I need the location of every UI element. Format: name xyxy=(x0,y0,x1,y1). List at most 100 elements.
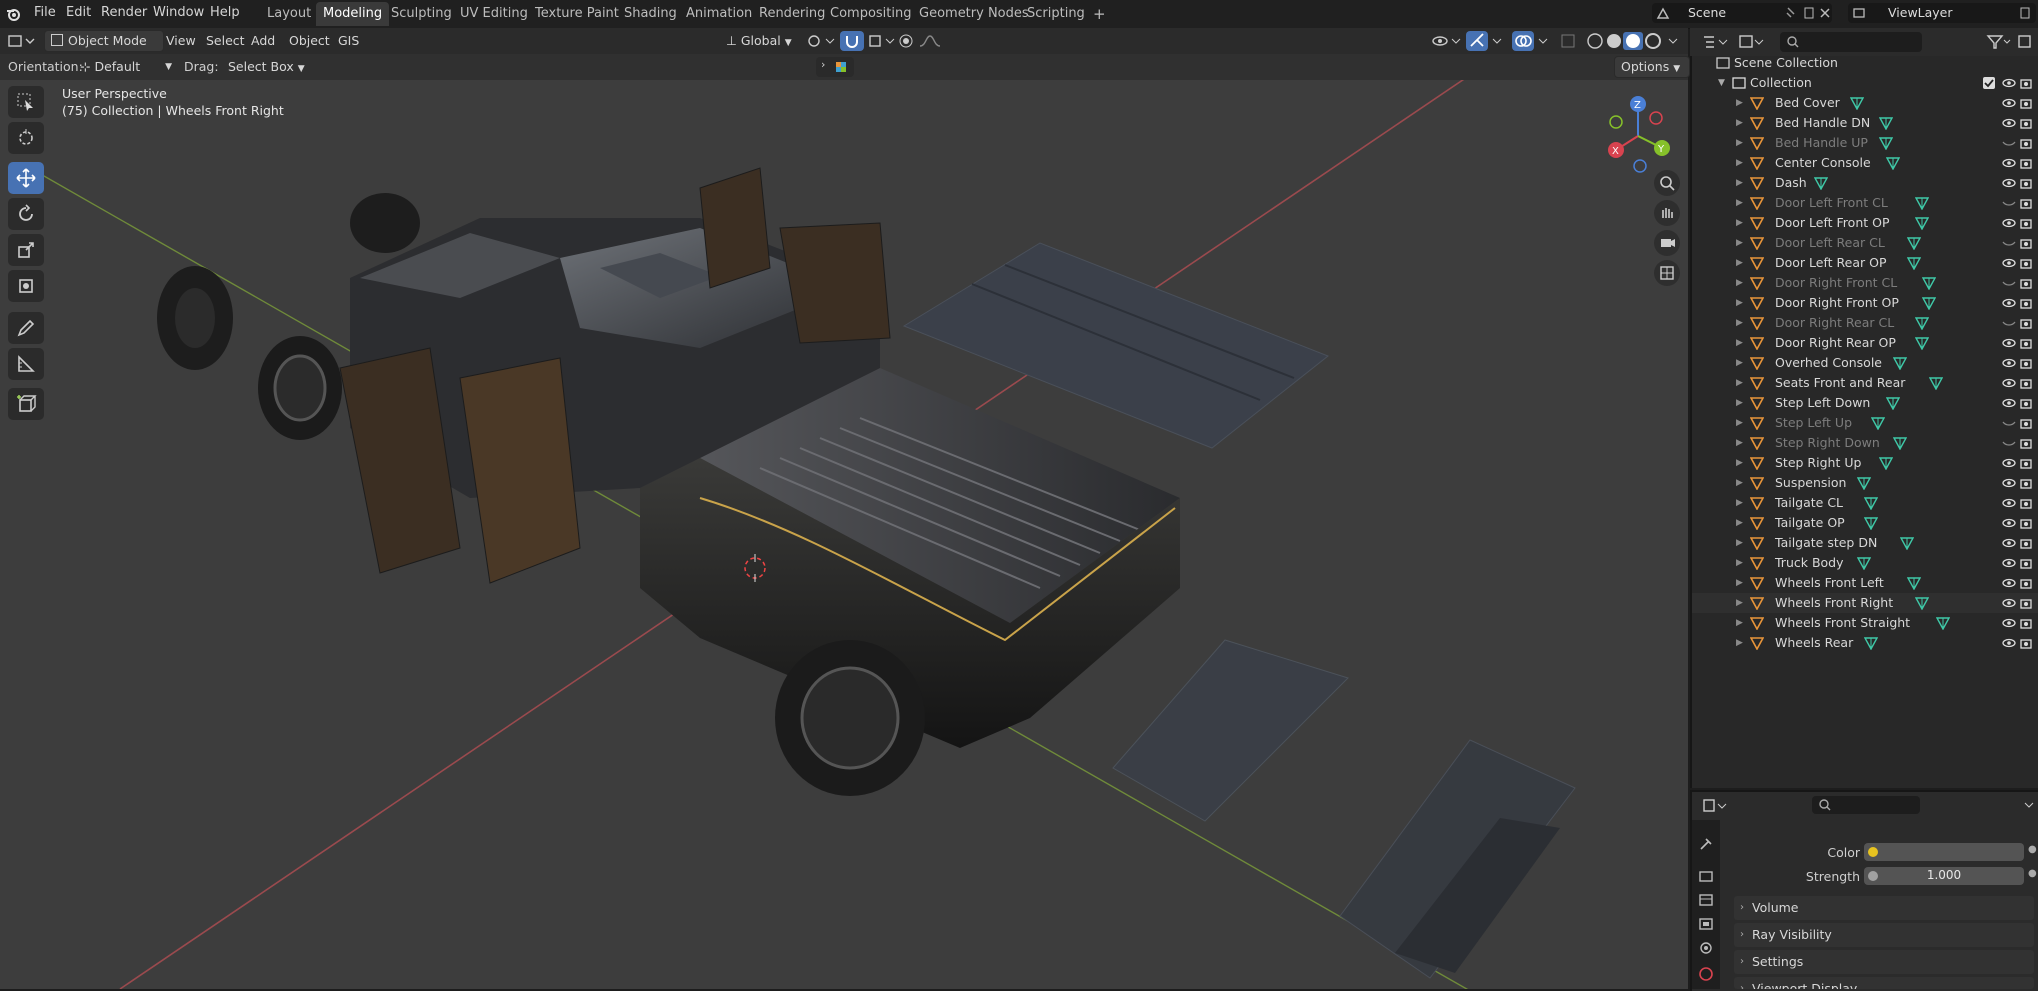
mesh-data-icon[interactable] xyxy=(1871,416,1885,430)
snap-target-icon[interactable] xyxy=(868,33,896,49)
tab-texture-paint[interactable]: Texture Paint xyxy=(528,2,626,26)
filter-icon[interactable] xyxy=(1986,33,2012,51)
color-field[interactable] xyxy=(1864,843,2024,861)
camera-icon[interactable] xyxy=(2020,316,2034,330)
chevron-down-icon[interactable] xyxy=(1536,33,1550,49)
editor-type-icon[interactable] xyxy=(8,33,36,49)
menu-object[interactable]: Object xyxy=(283,31,336,51)
outliner-row[interactable]: ▶ Door Right Front OP xyxy=(1692,293,2038,313)
viewport-display-panel-header[interactable]: › Viewport Display xyxy=(1734,977,2034,989)
scale-tool[interactable] xyxy=(8,234,44,266)
camera-icon[interactable] xyxy=(2020,636,2034,650)
camera-icon[interactable] xyxy=(2020,436,2034,450)
camera-icon[interactable] xyxy=(2020,496,2034,510)
tab-geometry-nodes[interactable]: Geometry Nodes xyxy=(912,2,1036,26)
eye-closed-icon[interactable] xyxy=(2002,316,2016,330)
eye-icon[interactable] xyxy=(2002,356,2016,370)
tab-sculpting[interactable]: Sculpting xyxy=(384,2,459,26)
outliner-row[interactable]: ▶ Door Left Rear CL xyxy=(1692,233,2038,253)
eye-icon[interactable] xyxy=(2002,396,2016,410)
snap-toggle[interactable] xyxy=(840,31,864,51)
outliner-row[interactable]: ▶ Wheels Front Left xyxy=(1692,573,2038,593)
gis-addon-button[interactable]: › xyxy=(816,57,854,77)
mesh-data-icon[interactable] xyxy=(1886,156,1900,170)
mesh-data-icon[interactable] xyxy=(1907,576,1921,590)
mesh-data-icon[interactable] xyxy=(1879,136,1893,150)
eye-icon[interactable] xyxy=(2002,536,2016,550)
eye-icon[interactable] xyxy=(2002,156,2016,170)
chevron-right-icon[interactable]: ▶ xyxy=(1736,573,1743,593)
camera-icon[interactable] xyxy=(2020,536,2034,550)
eye-icon[interactable] xyxy=(2002,476,2016,490)
outliner-row[interactable]: ▶ Dash xyxy=(1692,173,2038,193)
camera-icon[interactable] xyxy=(2020,396,2034,410)
outliner-row[interactable]: ▶ Bed Handle UP xyxy=(1692,133,2038,153)
menu-render[interactable]: Render xyxy=(101,5,147,20)
zoom-button[interactable] xyxy=(1654,170,1680,196)
strength-field[interactable]: 1.000 xyxy=(1864,867,2024,885)
chevron-right-icon[interactable]: ▶ xyxy=(1736,313,1743,333)
scene-tab-icon[interactable] xyxy=(1698,940,1714,956)
gizmo-toggle[interactable] xyxy=(1466,31,1488,51)
outliner-row[interactable]: ▶ Step Left Up xyxy=(1692,413,2038,433)
chevron-right-icon[interactable]: ▶ xyxy=(1736,433,1743,453)
chevron-right-icon[interactable]: ▶ xyxy=(1736,133,1743,153)
eye-icon[interactable] xyxy=(2002,176,2016,190)
close-icon[interactable] xyxy=(1818,6,1832,20)
mesh-data-icon[interactable] xyxy=(1922,276,1936,290)
tab-uv-editing[interactable]: UV Editing xyxy=(453,2,535,26)
eye-closed-icon[interactable] xyxy=(2002,196,2016,210)
mesh-data-icon[interactable] xyxy=(1893,436,1907,450)
mesh-data-icon[interactable] xyxy=(1857,556,1871,570)
outliner-row[interactable]: ▶ Tailgate CL xyxy=(1692,493,2038,513)
eye-icon[interactable] xyxy=(2002,256,2016,270)
mesh-data-icon[interactable] xyxy=(1814,176,1828,190)
mesh-data-icon[interactable] xyxy=(1915,196,1929,210)
eye-closed-icon[interactable] xyxy=(2002,416,2016,430)
chevron-down-icon[interactable] xyxy=(1490,33,1504,49)
new-view-layer-icon[interactable] xyxy=(2018,6,2032,20)
eye-icon[interactable] xyxy=(2002,336,2016,350)
chevron-right-icon[interactable]: ▶ xyxy=(1736,513,1743,533)
outliner-row[interactable]: ▶ Door Left Rear OP xyxy=(1692,253,2038,273)
eye-icon[interactable] xyxy=(2002,96,2016,110)
eye-icon[interactable] xyxy=(2002,596,2016,610)
camera-icon[interactable] xyxy=(2020,116,2034,130)
eye-closed-icon[interactable] xyxy=(2002,436,2016,450)
eye-icon[interactable] xyxy=(2002,296,2016,310)
eye-icon[interactable] xyxy=(2002,376,2016,390)
camera-icon[interactable] xyxy=(2020,556,2034,570)
outliner-row[interactable]: ▶ Door Left Front OP xyxy=(1692,213,2038,233)
editor-type-icon[interactable] xyxy=(1702,34,1728,50)
outliner-row[interactable]: ▶ Bed Handle DN xyxy=(1692,113,2038,133)
cursor-tool[interactable] xyxy=(8,122,44,154)
tab-modeling[interactable]: Modeling xyxy=(316,2,390,26)
mesh-data-icon[interactable] xyxy=(1864,496,1878,510)
camera-icon[interactable] xyxy=(2020,256,2034,270)
outliner-row[interactable]: ▶ Step Left Down xyxy=(1692,393,2038,413)
menu-gis[interactable]: GIS xyxy=(332,31,365,51)
chevron-right-icon[interactable]: ▶ xyxy=(1736,293,1743,313)
camera-icon[interactable] xyxy=(2020,336,2034,350)
eye-icon[interactable] xyxy=(2002,76,2016,90)
chevron-right-icon[interactable]: ▶ xyxy=(1736,333,1743,353)
falloff-icon[interactable] xyxy=(918,33,942,49)
eye-closed-icon[interactable] xyxy=(2002,276,2016,290)
view-layer-tab-icon[interactable] xyxy=(1698,916,1714,932)
camera-icon[interactable] xyxy=(2020,136,2034,150)
overlays-toggle[interactable] xyxy=(1512,31,1534,51)
chevron-right-icon[interactable]: ▶ xyxy=(1736,113,1743,133)
chevron-down-icon[interactable]: ▼ xyxy=(1718,73,1725,93)
camera-icon[interactable] xyxy=(2020,236,2034,250)
chevron-right-icon[interactable]: ▶ xyxy=(1736,393,1743,413)
tool-tab-icon[interactable] xyxy=(1698,836,1714,852)
checkbox-icon[interactable] xyxy=(1982,76,1996,90)
menu-edit[interactable]: Edit xyxy=(66,5,91,20)
eye-icon[interactable] xyxy=(2002,556,2016,570)
camera-icon[interactable] xyxy=(2020,156,2034,170)
camera-icon[interactable] xyxy=(2020,356,2034,370)
mesh-data-icon[interactable] xyxy=(1915,316,1929,330)
chevron-right-icon[interactable]: ▶ xyxy=(1736,213,1743,233)
camera-icon[interactable] xyxy=(2020,176,2034,190)
transform-tool[interactable] xyxy=(8,270,44,302)
